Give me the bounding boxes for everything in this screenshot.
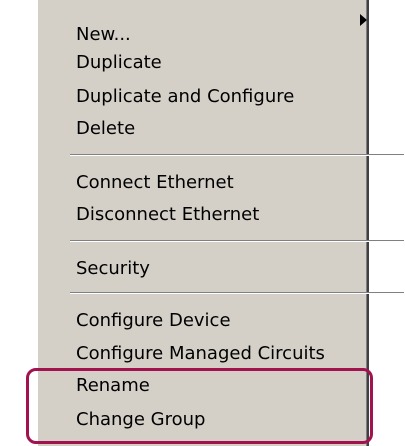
menu-separator bbox=[70, 154, 404, 156]
submenu-arrow-icon bbox=[360, 14, 367, 26]
menu-item-duplicate[interactable]: Duplicate bbox=[76, 52, 162, 74]
menu-item-label: Duplicate bbox=[76, 52, 162, 73]
menu-item-connect-ethernet[interactable]: Connect Ethernet bbox=[76, 172, 234, 194]
menu-item-label: Delete bbox=[76, 118, 136, 139]
menu-item-label: Disconnect Ethernet bbox=[76, 204, 260, 225]
menu-item-delete[interactable]: Delete bbox=[76, 118, 135, 140]
menu-separator bbox=[70, 292, 404, 294]
menu-item-label: Security bbox=[76, 258, 150, 279]
menu-item-label: Configure Managed Circuits bbox=[76, 343, 325, 364]
menu-item-label: Connect Ethernet bbox=[76, 172, 234, 193]
menu-item-new[interactable]: New... bbox=[76, 24, 131, 46]
menu-item-duplicate-and-configure[interactable]: Duplicate and Configure bbox=[76, 86, 294, 108]
menu-item-disconnect-ethernet[interactable]: Disconnect Ethernet bbox=[76, 204, 259, 226]
menu-item-label: Configure Device bbox=[76, 310, 231, 331]
menu-item-configure-managed-circuits[interactable]: Configure Managed Circuits bbox=[76, 343, 325, 365]
highlight-annotation-box bbox=[26, 368, 373, 444]
menu-item-label: New... bbox=[76, 24, 131, 45]
menu-separator bbox=[70, 240, 404, 242]
menu-item-security[interactable]: Security bbox=[76, 258, 150, 280]
menu-item-label: Duplicate and Configure bbox=[76, 86, 295, 107]
menu-item-configure-device[interactable]: Configure Device bbox=[76, 310, 231, 332]
